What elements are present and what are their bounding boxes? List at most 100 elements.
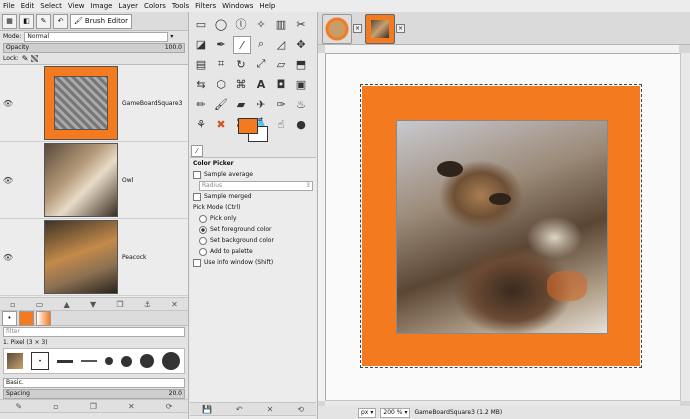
zoom-tool-icon[interactable]: ⌕: [253, 36, 269, 52]
lower-layer-icon[interactable]: ▼: [90, 300, 96, 309]
raise-layer-icon[interactable]: ▲: [64, 300, 70, 309]
pick-mode-option[interactable]: Set background color: [190, 235, 316, 246]
sample-merged-row[interactable]: Sample merged: [190, 191, 316, 202]
reset-options-icon[interactable]: ⟲: [297, 405, 304, 414]
layer-name[interactable]: Owl: [122, 177, 133, 184]
menu-edit[interactable]: Edit: [21, 2, 35, 10]
smudge-tool-icon[interactable]: ☝: [273, 116, 289, 132]
rotate-tool-icon[interactable]: ↻: [233, 56, 249, 72]
image-tab-thumbnail-active[interactable]: [365, 14, 395, 44]
visibility-eye-icon[interactable]: 👁: [0, 253, 16, 262]
mode-select[interactable]: Normal: [24, 31, 169, 42]
anchor-layer-icon[interactable]: ⚓: [144, 300, 151, 309]
foreground-select-tool-icon[interactable]: ◪: [193, 36, 209, 52]
menu-select[interactable]: Select: [40, 2, 62, 10]
select-by-color-tool-icon[interactable]: ▥: [273, 16, 289, 32]
ellipse-select-tool-icon[interactable]: ◯: [213, 16, 229, 32]
shear-tool-icon[interactable]: ▱: [273, 56, 289, 72]
lock-alpha-icon[interactable]: [31, 55, 39, 62]
image-canvas[interactable]: [326, 54, 680, 400]
duplicate-layer-icon[interactable]: ❐: [116, 300, 123, 309]
paths-tool-icon[interactable]: ✒: [213, 36, 229, 52]
cage-transform-tool-icon[interactable]: ⬡: [213, 76, 229, 92]
eraser-tool-icon[interactable]: ▰: [233, 96, 249, 112]
save-options-icon[interactable]: 💾: [202, 405, 212, 414]
foreground-color-swatch[interactable]: [238, 118, 258, 134]
brush-editor-tab[interactable]: 🖌 Brush Editor: [70, 13, 133, 29]
tool-options-tab[interactable]: ⁄: [191, 145, 203, 157]
menu-tools[interactable]: Tools: [172, 2, 189, 10]
brush-swatch[interactable]: [162, 352, 180, 370]
pick-mode-option[interactable]: Pick only: [190, 213, 316, 224]
new-group-icon[interactable]: ▭: [36, 300, 44, 309]
delete-brush-icon[interactable]: ✕: [128, 402, 135, 411]
ink-tool-icon[interactable]: ✑: [273, 96, 289, 112]
swap-colors-icon[interactable]: ⇄: [258, 116, 263, 123]
mypaint-brush-tool-icon[interactable]: ♨: [293, 96, 309, 112]
measure-tool-icon[interactable]: ◿: [273, 36, 289, 52]
layer-row[interactable]: 👁 Owl: [0, 142, 188, 219]
menu-windows[interactable]: Windows: [222, 2, 253, 10]
close-tab-icon[interactable]: ×: [353, 24, 362, 33]
dodge-burn-tool-icon[interactable]: ●: [293, 116, 309, 132]
layer-row[interactable]: 👁 GameBoardSquare3: [0, 65, 188, 142]
opacity-slider[interactable]: Opacity 100.0: [3, 42, 185, 53]
close-tab-icon[interactable]: ×: [396, 24, 405, 33]
pick-mode-radio[interactable]: [199, 236, 207, 245]
menu-colors[interactable]: Colors: [144, 2, 166, 10]
bucket-fill-tool-icon[interactable]: ◘: [273, 76, 289, 92]
sample-average-checkbox[interactable]: [193, 170, 201, 179]
brush-swatch[interactable]: [7, 353, 23, 369]
radius-slider[interactable]: Radius 3: [199, 180, 313, 191]
horizontal-ruler[interactable]: [325, 45, 679, 54]
use-info-window-row[interactable]: Use info window (Shift): [190, 257, 316, 268]
pick-mode-radio[interactable]: [199, 214, 207, 223]
scissors-tool-icon[interactable]: ✂: [293, 16, 309, 32]
brush-filter-input[interactable]: filter: [3, 326, 185, 337]
menu-filters[interactable]: Filters: [195, 2, 216, 10]
spacing-slider[interactable]: Spacing 20.0: [3, 388, 185, 399]
scale-tool-icon[interactable]: ⤢: [253, 56, 269, 72]
undo-tab[interactable]: ↶: [53, 13, 68, 29]
visibility-eye-icon[interactable]: 👁: [0, 176, 16, 185]
unit-select[interactable]: px ▾: [358, 407, 377, 418]
vertical-scrollbar[interactable]: [680, 53, 690, 401]
lock-pixels-icon[interactable]: ✎: [22, 54, 29, 63]
brush-swatch[interactable]: •: [31, 352, 49, 370]
refresh-brushes-icon[interactable]: ⟳: [166, 402, 173, 411]
vertical-ruler[interactable]: [318, 53, 326, 401]
menu-help[interactable]: Help: [259, 2, 275, 10]
brush-swatch[interactable]: [140, 354, 154, 368]
layers-tab[interactable]: ▦: [2, 13, 17, 29]
rect-select-tool-icon[interactable]: ▭: [193, 16, 209, 32]
move-tool-icon[interactable]: ✥: [293, 36, 309, 52]
new-layer-icon[interactable]: ▫: [10, 300, 15, 309]
sample-average-row[interactable]: Sample average: [190, 169, 316, 180]
free-select-tool-icon[interactable]: ⓛ: [233, 16, 249, 32]
duplicate-brush-icon[interactable]: ❐: [90, 402, 97, 411]
align-tool-icon[interactable]: ▤: [193, 56, 209, 72]
use-info-window-checkbox[interactable]: [193, 258, 201, 267]
menu-image[interactable]: Image: [91, 2, 113, 10]
pick-mode-option[interactable]: Set foreground color: [190, 224, 316, 235]
layer-row[interactable]: 👁 Peacock: [0, 219, 188, 296]
sample-merged-checkbox[interactable]: [193, 192, 201, 201]
brush-swatch[interactable]: [57, 359, 73, 363]
menu-view[interactable]: View: [68, 2, 85, 10]
restore-options-icon[interactable]: ↶: [236, 405, 243, 414]
fuzzy-select-tool-icon[interactable]: ✧: [253, 16, 269, 32]
visibility-eye-icon[interactable]: 👁: [0, 99, 16, 108]
mode-dropdown-icon[interactable]: ▾: [170, 33, 173, 40]
flip-tool-icon[interactable]: ⇆: [193, 76, 209, 92]
perspective-tool-icon[interactable]: ⬒: [293, 56, 309, 72]
brush-swatch[interactable]: [81, 360, 97, 362]
brush-swatch[interactable]: [105, 357, 113, 365]
new-brush-icon[interactable]: ▫: [53, 402, 58, 411]
delete-options-icon[interactable]: ✕: [267, 405, 274, 414]
pick-mode-radio[interactable]: [199, 247, 207, 256]
pick-mode-radio-selected[interactable]: [199, 225, 207, 234]
color-picker-tool-icon[interactable]: ⁄: [233, 36, 251, 54]
warp-transform-tool-icon[interactable]: ⌘: [233, 76, 249, 92]
image-tab-thumbnail[interactable]: [322, 14, 352, 44]
brushes-tab[interactable]: •: [2, 310, 17, 326]
